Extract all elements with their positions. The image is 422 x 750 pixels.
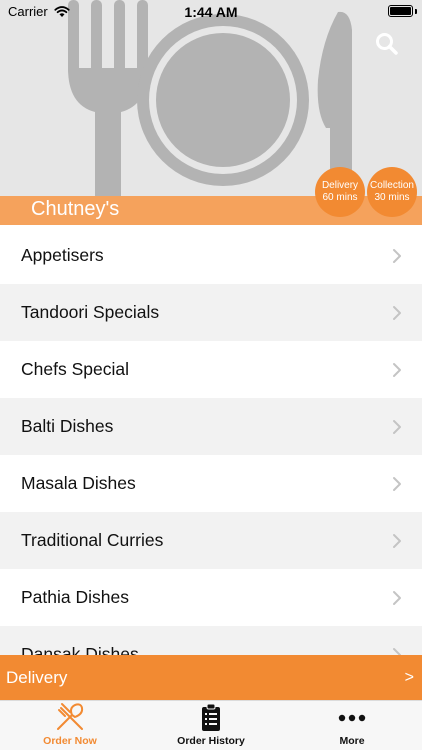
tab-more[interactable]: More [282,701,422,750]
order-mode-label: Delivery [6,667,68,687]
collection-badge-label: Collection [370,180,414,191]
hero-banner: Carrier 1:44 AM Chutney's Delivery 60 mi… [0,0,422,225]
menu-item-label: Balti Dishes [21,416,114,436]
menu-item-label: Pathia Dishes [21,587,129,607]
menu-item-label: Appetisers [21,245,104,265]
tab-label: Order Now [43,735,97,747]
menu-category-list[interactable]: Appetisers Tandoori Specials Chefs Speci… [0,227,422,655]
battery-icon [388,5,413,17]
chevron-right-icon [393,305,401,320]
delivery-badge-label: Delivery [321,180,359,191]
delivery-badge-time: 60 mins [322,192,358,203]
tab-order-now[interactable]: Order Now [0,701,140,750]
chevron-right-icon [393,533,401,548]
restaurant-name: Chutney's [31,198,120,220]
chevron-right-icon [393,362,401,377]
status-time: 1:44 AM [184,4,238,20]
menu-item-chefs-special[interactable]: Chefs Special [0,341,422,398]
chevron-right-icon [393,647,401,655]
tab-label: Order History [177,735,245,747]
menu-item-label: Chefs Special [21,359,129,379]
chevron-right-icon [393,476,401,491]
status-bar: Carrier 1:44 AM [0,0,422,22]
menu-item-pathia-dishes[interactable]: Pathia Dishes [0,569,422,626]
delivery-time-badge: Delivery 60 mins [315,167,365,217]
search-icon[interactable] [374,31,400,57]
chevron-right-icon [393,590,401,605]
tab-order-history[interactable]: Order History [141,701,281,750]
battery-tip [415,9,417,14]
chevron-right-icon [393,419,401,434]
collection-time-badge: Collection 30 mins [367,167,417,217]
menu-item-tandoori-specials[interactable]: Tandoori Specials [0,284,422,341]
menu-item-dansak-dishes[interactable]: Dansak Dishes [0,626,422,655]
clipboard-list-icon [202,703,220,731]
menu-item-appetisers[interactable]: Appetisers [0,227,422,284]
fork-knife-icon [57,703,84,730]
menu-item-label: Traditional Curries [21,530,164,550]
more-dots-icon [338,714,366,722]
menu-item-label: Tandoori Specials [21,302,160,322]
collection-badge-time: 30 mins [374,192,410,203]
order-mode-bar[interactable]: Delivery > [0,655,422,700]
menu-item-label: Dansak Dishes [21,644,139,655]
menu-item-masala-dishes[interactable]: Masala Dishes [0,455,422,512]
chevron-right-icon [393,248,401,263]
order-mode-arrow: > [404,668,414,686]
tab-bar: Order Now Order History More [0,700,422,750]
menu-item-label: Masala Dishes [21,473,136,493]
menu-item-traditional-curries[interactable]: Traditional Curries [0,512,422,569]
menu-item-balti-dishes[interactable]: Balti Dishes [0,398,422,455]
tab-label: More [339,735,365,747]
